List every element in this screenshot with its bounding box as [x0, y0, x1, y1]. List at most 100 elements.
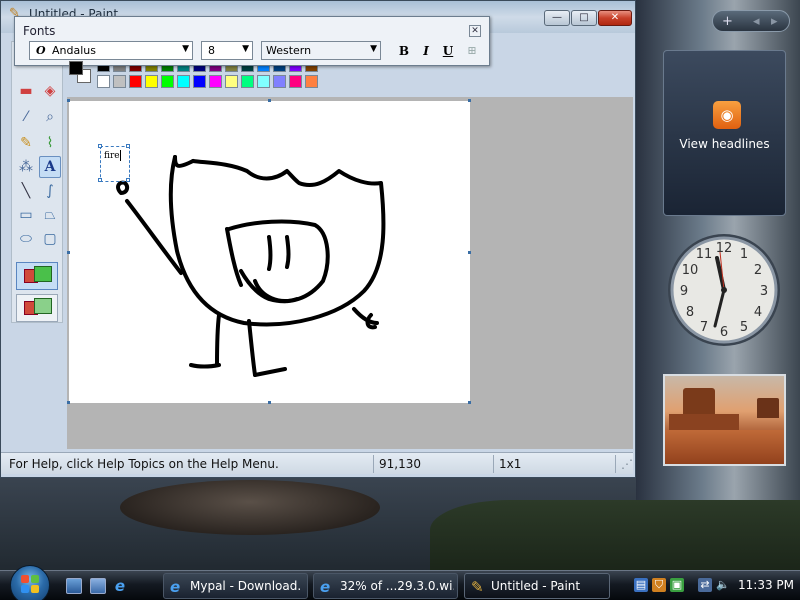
vertical-text-icon[interactable]: ⊞	[463, 42, 481, 60]
color-swatch[interactable]	[209, 75, 222, 88]
font-size-value: 8	[208, 44, 215, 57]
maximize-button[interactable]: □	[571, 10, 597, 26]
canvas-resize-handle[interactable]	[468, 251, 471, 254]
status-coordinates: 91,130	[379, 457, 421, 471]
taskbar: e e Mypal - Download... e 32% of ...29.3…	[0, 565, 800, 600]
clock-gadget[interactable]: 12 1 2 3 4 5 6 7 8 9 10 11	[667, 228, 785, 352]
show-desktop-icon[interactable]	[66, 578, 82, 594]
start-button[interactable]	[10, 565, 50, 600]
color-swatch[interactable]	[257, 75, 270, 88]
canvas-resize-handle[interactable]	[67, 251, 70, 254]
tray-network-icon[interactable]: ▤	[634, 578, 648, 592]
canvas-resize-handle[interactable]	[67, 99, 70, 102]
opaque-background-option[interactable]	[16, 262, 58, 290]
taskbar-clock[interactable]: 11:33 PM	[738, 578, 794, 592]
add-gadget-button[interactable]: +	[722, 14, 733, 29]
photo-ground	[665, 430, 784, 464]
windows-logo-icon	[21, 575, 41, 595]
text-box[interactable]: fire	[98, 144, 130, 182]
italic-button[interactable]: I	[417, 42, 435, 60]
color-swatch[interactable]	[177, 75, 190, 88]
status-divider	[615, 455, 616, 473]
canvas-resize-handle[interactable]	[67, 401, 70, 404]
minimize-button[interactable]: —	[544, 10, 570, 26]
tray-windows-defender-icon[interactable]: ▣	[670, 578, 684, 592]
taskbar-button-label: Mypal - Download...	[190, 579, 302, 593]
color-swatch[interactable]	[305, 75, 318, 88]
color-swatch[interactable]	[273, 75, 286, 88]
fonts-toolbar[interactable]: Fonts ✕ O Andalus ▼ 8 ▼ Western ▼ B I U …	[14, 16, 490, 66]
font-size-select[interactable]: 8 ▼	[201, 41, 253, 60]
color-swatch[interactable]	[289, 75, 302, 88]
taskbar-button-download[interactable]: e 32% of ...29.3.0.wi...	[313, 573, 458, 599]
rectangle-tool-icon[interactable]: ▭	[15, 204, 37, 226]
browser-download-icon: e	[320, 578, 331, 596]
color-swatch[interactable]	[145, 75, 158, 88]
rounded-rectangle-tool-icon[interactable]: ▢	[39, 228, 61, 250]
canvas-resize-handle[interactable]	[468, 401, 471, 404]
curve-tool-icon[interactable]: ∫	[39, 180, 61, 202]
font-name-value: Andalus	[52, 44, 96, 57]
underline-button[interactable]: U	[439, 42, 457, 60]
text-box-handle[interactable]	[98, 144, 102, 148]
polygon-tool-icon[interactable]: ⏢	[39, 204, 61, 226]
color-swatch[interactable]	[225, 75, 238, 88]
transparent-background-option[interactable]	[16, 294, 58, 322]
text-box-handle[interactable]	[126, 178, 130, 182]
bold-button[interactable]: B	[395, 42, 413, 60]
foreground-color[interactable]	[69, 61, 83, 75]
tray-volume-muted-icon[interactable]: 🔈	[716, 578, 730, 592]
view-headlines-link[interactable]: View headlines	[664, 137, 785, 151]
previous-gadget-button[interactable]: ◂	[753, 14, 760, 29]
status-selection-size: 1x1	[499, 457, 522, 471]
fill-bucket-tool-icon[interactable]: ◈	[39, 80, 61, 102]
color-swatch[interactable]	[241, 75, 254, 88]
color-swatch[interactable]	[113, 75, 126, 88]
color-swatch[interactable]	[97, 75, 110, 88]
canvas-resize-handle[interactable]	[268, 99, 271, 102]
fonts-toolbar-close-button[interactable]: ✕	[469, 25, 481, 37]
option-shape-icon	[34, 298, 52, 314]
text-box-content: fire	[104, 151, 120, 161]
clock-numeral: 4	[754, 305, 762, 320]
brush-tool-icon[interactable]: ⌇	[39, 132, 61, 154]
resize-grip-icon[interactable]: ⋰	[621, 457, 633, 471]
internet-explorer-icon[interactable]: e	[112, 578, 128, 594]
line-tool-icon[interactable]: ╲	[15, 180, 37, 202]
tray-shield-icon[interactable]: ⛉	[652, 578, 666, 592]
text-box-handle[interactable]	[98, 178, 102, 182]
sidebar-controls: + ◂ ▸	[712, 10, 790, 32]
font-name-select[interactable]: O Andalus ▼	[29, 41, 193, 60]
canvas-resize-handle[interactable]	[268, 401, 271, 404]
switch-windows-icon[interactable]	[90, 578, 106, 594]
magnifier-tool-icon[interactable]: ⌕	[39, 106, 61, 128]
desktop-shore-background	[430, 500, 800, 575]
color-swatch[interactable]	[193, 75, 206, 88]
tool-box: ▬ ◈ ⁄ ⌕ ✎ ⌇ ⁂ A ╲ ∫ ▭ ⏢ ⬭ ▢	[11, 41, 63, 323]
text-box-handle[interactable]	[126, 144, 130, 148]
clock-numeral: 12	[716, 241, 733, 256]
clock-numeral: 1	[740, 247, 748, 262]
color-swatch[interactable]	[161, 75, 174, 88]
feed-headlines-gadget[interactable]: ◉ View headlines	[663, 50, 786, 216]
ellipse-tool-icon[interactable]: ⬭	[15, 228, 37, 250]
taskbar-button-paint[interactable]: ✎ Untitled - Paint	[464, 573, 610, 599]
eraser-tool-icon[interactable]: ▬	[15, 80, 37, 102]
close-button[interactable]: ✕	[598, 10, 632, 26]
text-tool-icon[interactable]: A	[39, 156, 61, 178]
tray-connection-icon[interactable]: ⇄	[698, 578, 712, 592]
rss-icon: ◉	[713, 101, 741, 129]
clock-center	[721, 287, 727, 293]
color-swatch[interactable]	[129, 75, 142, 88]
taskbar-button-mypal[interactable]: e Mypal - Download...	[163, 573, 308, 599]
pencil-tool-icon[interactable]: ✎	[15, 132, 37, 154]
canvas-resize-handle[interactable]	[468, 99, 471, 102]
color-picker-tool-icon[interactable]: ⁄	[15, 106, 37, 128]
status-divider	[493, 455, 494, 473]
taskbar-button-label: Untitled - Paint	[491, 579, 581, 593]
slideshow-gadget[interactable]	[663, 374, 786, 466]
dropdown-arrow-icon: ▼	[242, 44, 249, 54]
airbrush-tool-icon[interactable]: ⁂	[15, 156, 37, 178]
next-gadget-button[interactable]: ▸	[771, 14, 778, 29]
font-script-select[interactable]: Western ▼	[261, 41, 381, 60]
